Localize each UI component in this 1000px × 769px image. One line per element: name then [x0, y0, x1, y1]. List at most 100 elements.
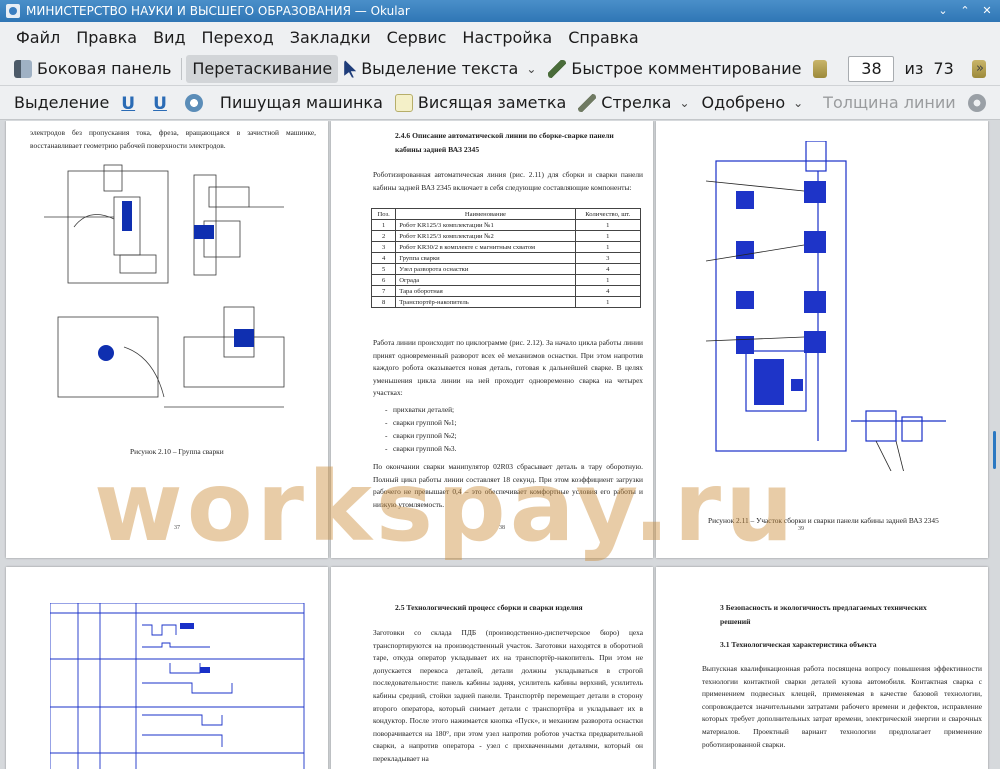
sidebar-button[interactable]: Боковая панель	[8, 55, 177, 83]
page-number: 38	[499, 525, 505, 531]
menu-bookmarks[interactable]: Закладки	[282, 28, 379, 47]
document-viewport[interactable]: электродов без пропускания тока, фреза, …	[0, 121, 1000, 769]
page-of-label: из	[904, 59, 924, 78]
page-number-input[interactable]: 38	[848, 55, 895, 82]
page-37: электродов без пропускания тока, фреза, …	[6, 121, 328, 558]
intro-paragraph: Роботизированная автоматическая линия (р…	[373, 170, 643, 192]
table-cell: Робот KR125/3 комплектации №2	[395, 230, 576, 242]
table-cell: 4	[574, 263, 642, 275]
table-cell: 1	[574, 219, 642, 231]
menu-bar: Файл Правка Вид Переход Закладки Сервис …	[0, 22, 1000, 52]
total-pages: 73	[933, 59, 954, 78]
chevron-down-icon[interactable]: ⌄	[936, 3, 950, 17]
arrow-label: Стрелка	[601, 93, 672, 112]
previous-page-button[interactable]	[807, 55, 838, 83]
page-41: 2.5 Технологический процесс сборки и сва…	[331, 567, 653, 769]
title-bar: МИНИСТЕРСТВО НАУКИ И ВЫСШЕГО ОБРАЗОВАНИЯ…	[0, 0, 1000, 22]
ellipse-tool-button[interactable]	[179, 89, 214, 117]
quick-annotation-button[interactable]: Быстрое комментирование	[542, 55, 807, 83]
table-cell: Транспортёр-накопитель	[395, 296, 576, 308]
pin-icon	[967, 93, 986, 112]
main-toolbar: Боковая панель Перетаскивание Выделение …	[0, 52, 1000, 86]
column-header: Количество, шт.	[574, 208, 642, 220]
menu-go[interactable]: Переход	[194, 28, 282, 47]
quick-annotation-label: Быстрое комментирование	[571, 59, 802, 78]
text-select-tool-button[interactable]: Выделение текста ⌄	[338, 55, 542, 83]
table-cell: Робот KR30/2 в комплекте с магнитным схв…	[395, 241, 576, 253]
squiggle-tool-button[interactable]: U	[147, 89, 179, 117]
annot-select-button[interactable]: Выделение	[8, 89, 115, 117]
menu-settings[interactable]: Настройка	[454, 28, 560, 47]
sidebar-label: Боковая панель	[37, 59, 172, 78]
scrollbar-thumb[interactable]	[993, 431, 996, 469]
underline-tool-button[interactable]: U	[115, 89, 147, 117]
table-header-row: Поз. Наименование Количество, шт.	[370, 208, 642, 220]
column-header: Поз.	[370, 208, 397, 220]
page-42: 3 Безопасность и экологичность предлагае…	[656, 567, 988, 769]
table-cell: 5	[370, 263, 397, 275]
table-row: 8 Транспортёр-накопитель 1	[370, 296, 642, 308]
table-cell: Узел разворота оснастки	[395, 263, 576, 275]
welding-group-drawing	[44, 164, 285, 408]
chevron-up-icon[interactable]: ⌃	[958, 3, 972, 17]
chevron-down-icon[interactable]: ⌄	[526, 62, 536, 76]
pin-tool-button[interactable]	[962, 89, 997, 117]
cyclogram-chart	[50, 603, 305, 769]
menu-file[interactable]: Файл	[8, 28, 68, 47]
section-heading: решений	[720, 617, 751, 626]
table-cell: 1	[574, 241, 642, 253]
list-item-text: прихватки деталей;	[393, 405, 455, 414]
annotation-toolbar: Выделение U U Пишущая машинка Висящая за…	[0, 86, 1000, 120]
note-icon	[394, 93, 413, 112]
table-row: 6 Ограда 1	[370, 274, 642, 286]
stamp-tool-button[interactable]: Одобрено ⌄	[696, 89, 810, 117]
page-38: 2.4.6 Описание автоматической линии по с…	[331, 121, 653, 558]
sidebar-icon	[14, 59, 32, 78]
section-heading: кабины задней ВАЗ 2345	[395, 145, 480, 154]
annot-select-label: Выделение	[14, 93, 110, 112]
list-item: - сварки группой №1;	[385, 418, 457, 427]
overflow-menu-icon[interactable]: »	[976, 61, 984, 76]
table-row: 5 Узел разворота оснастки 4	[370, 263, 642, 275]
table-cell: Тара оборотная	[395, 285, 576, 297]
close-icon[interactable]: ✕	[980, 3, 994, 17]
table-row: 3 Робот KR30/2 в комплекте с магнитным сх…	[370, 241, 642, 253]
typewriter-button[interactable]: Пишущая машинка	[214, 89, 389, 117]
table-cell: Группа сварки	[395, 252, 576, 264]
cursor-icon	[344, 59, 357, 78]
table-cell: 1	[370, 219, 397, 231]
table-row: 1 Робот KR125/3 комплектации №1 1	[370, 219, 642, 231]
menu-edit[interactable]: Правка	[68, 28, 145, 47]
table-cell: 2	[370, 230, 397, 242]
table-cell: Ограда	[395, 274, 576, 286]
arrow-icon	[578, 93, 597, 112]
note-label: Висящая заметка	[417, 93, 567, 112]
vertical-scrollbar[interactable]	[988, 121, 1000, 769]
menu-help[interactable]: Справка	[560, 28, 647, 47]
text-select-label: Выделение текста	[361, 59, 519, 78]
typewriter-label: Пишущая машинка	[219, 93, 383, 112]
menu-tools[interactable]: Сервис	[379, 28, 455, 47]
subsection-heading: 3.1 Технологическая характеристика объек…	[720, 640, 877, 649]
table-cell: 1	[574, 274, 642, 286]
page-number: 37	[174, 525, 180, 531]
chevron-down-icon[interactable]: ⌄	[793, 96, 803, 110]
page-text: электродов без пропускания тока, фреза, …	[30, 128, 316, 150]
chevron-down-icon[interactable]: ⌄	[679, 96, 689, 110]
figure-caption: Рисунок 2.11 – Участок сборки и сварки п…	[708, 516, 939, 525]
line-width-button[interactable]: Толщина линии	[817, 89, 962, 117]
table-cell: 1	[574, 230, 642, 242]
browse-tool-button[interactable]: Перетаскивание	[186, 54, 339, 83]
list-item-text: сварки группой №3.	[393, 444, 457, 453]
table-row: 7 Тара оборотная 4	[370, 285, 642, 297]
menu-view[interactable]: Вид	[145, 28, 193, 47]
underline-icon: U	[121, 93, 136, 114]
column-header: Наименование	[395, 208, 576, 220]
pen-icon	[548, 59, 567, 78]
browse-tool-label: Перетаскивание	[192, 59, 333, 78]
table-cell: 3	[574, 252, 642, 264]
cycle-paragraph: Работа линии происходит по циклограмме (…	[373, 338, 643, 398]
arrow-tool-button[interactable]: Стрелка ⌄	[572, 89, 695, 117]
process-paragraph: Заготовки со склада ПДБ (производственно…	[373, 628, 643, 763]
pop-up-note-button[interactable]: Висящая заметка	[389, 89, 572, 117]
